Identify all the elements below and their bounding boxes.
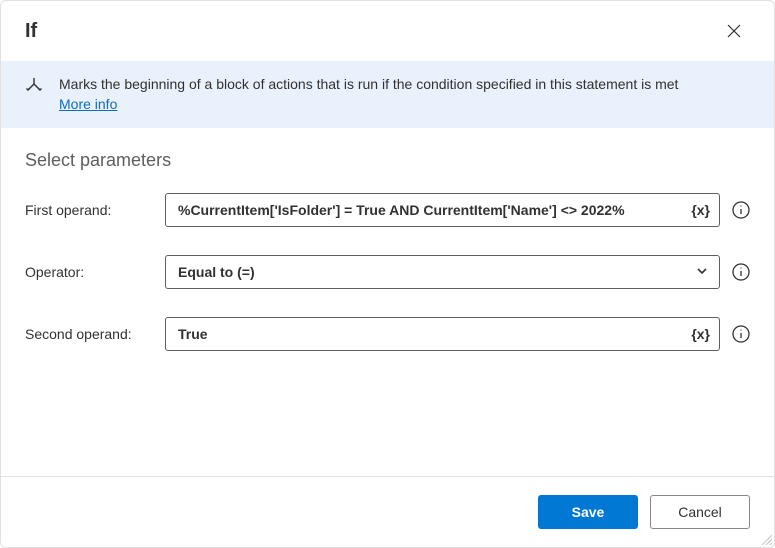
first-operand-label: First operand: — [25, 202, 153, 218]
operator-label: Operator: — [25, 264, 153, 280]
first-operand-input[interactable] — [165, 193, 720, 227]
dialog-title: If — [25, 20, 37, 43]
if-action-dialog: If Marks the beginning of a block of act… — [0, 0, 775, 548]
info-icon — [732, 325, 750, 343]
more-info-link[interactable]: More info — [59, 96, 117, 112]
save-button[interactable]: Save — [538, 495, 638, 529]
param-row-first-operand: First operand: {x} — [25, 193, 750, 227]
close-icon — [727, 24, 741, 38]
resize-grip[interactable] — [758, 531, 772, 545]
second-operand-input[interactable] — [165, 317, 720, 351]
operator-info-button[interactable] — [732, 263, 750, 281]
banner-text: Marks the beginning of a block of action… — [59, 75, 678, 114]
info-banner: Marks the beginning of a block of action… — [1, 61, 774, 128]
dialog-header: If — [1, 1, 774, 61]
dialog-footer: Save Cancel — [1, 476, 774, 547]
param-row-second-operand: Second operand: {x} — [25, 317, 750, 351]
dialog-body: Select parameters First operand: {x} Ope… — [1, 128, 774, 476]
operator-select-wrap: Equal to (=) — [165, 255, 720, 289]
param-row-operator: Operator: Equal to (=) — [25, 255, 750, 289]
first-operand-info-button[interactable] — [732, 201, 750, 219]
info-icon — [732, 201, 750, 219]
first-operand-input-wrap: {x} — [165, 193, 720, 227]
second-operand-input-wrap: {x} — [165, 317, 720, 351]
operator-value: Equal to (=) — [178, 264, 255, 280]
operator-select[interactable]: Equal to (=) — [165, 255, 720, 289]
cancel-button[interactable]: Cancel — [650, 495, 750, 529]
branch-icon — [25, 77, 43, 98]
info-icon — [732, 263, 750, 281]
second-operand-info-button[interactable] — [732, 325, 750, 343]
section-title: Select parameters — [25, 150, 750, 171]
close-button[interactable] — [718, 15, 750, 47]
banner-description: Marks the beginning of a block of action… — [59, 76, 678, 92]
second-operand-label: Second operand: — [25, 326, 153, 342]
